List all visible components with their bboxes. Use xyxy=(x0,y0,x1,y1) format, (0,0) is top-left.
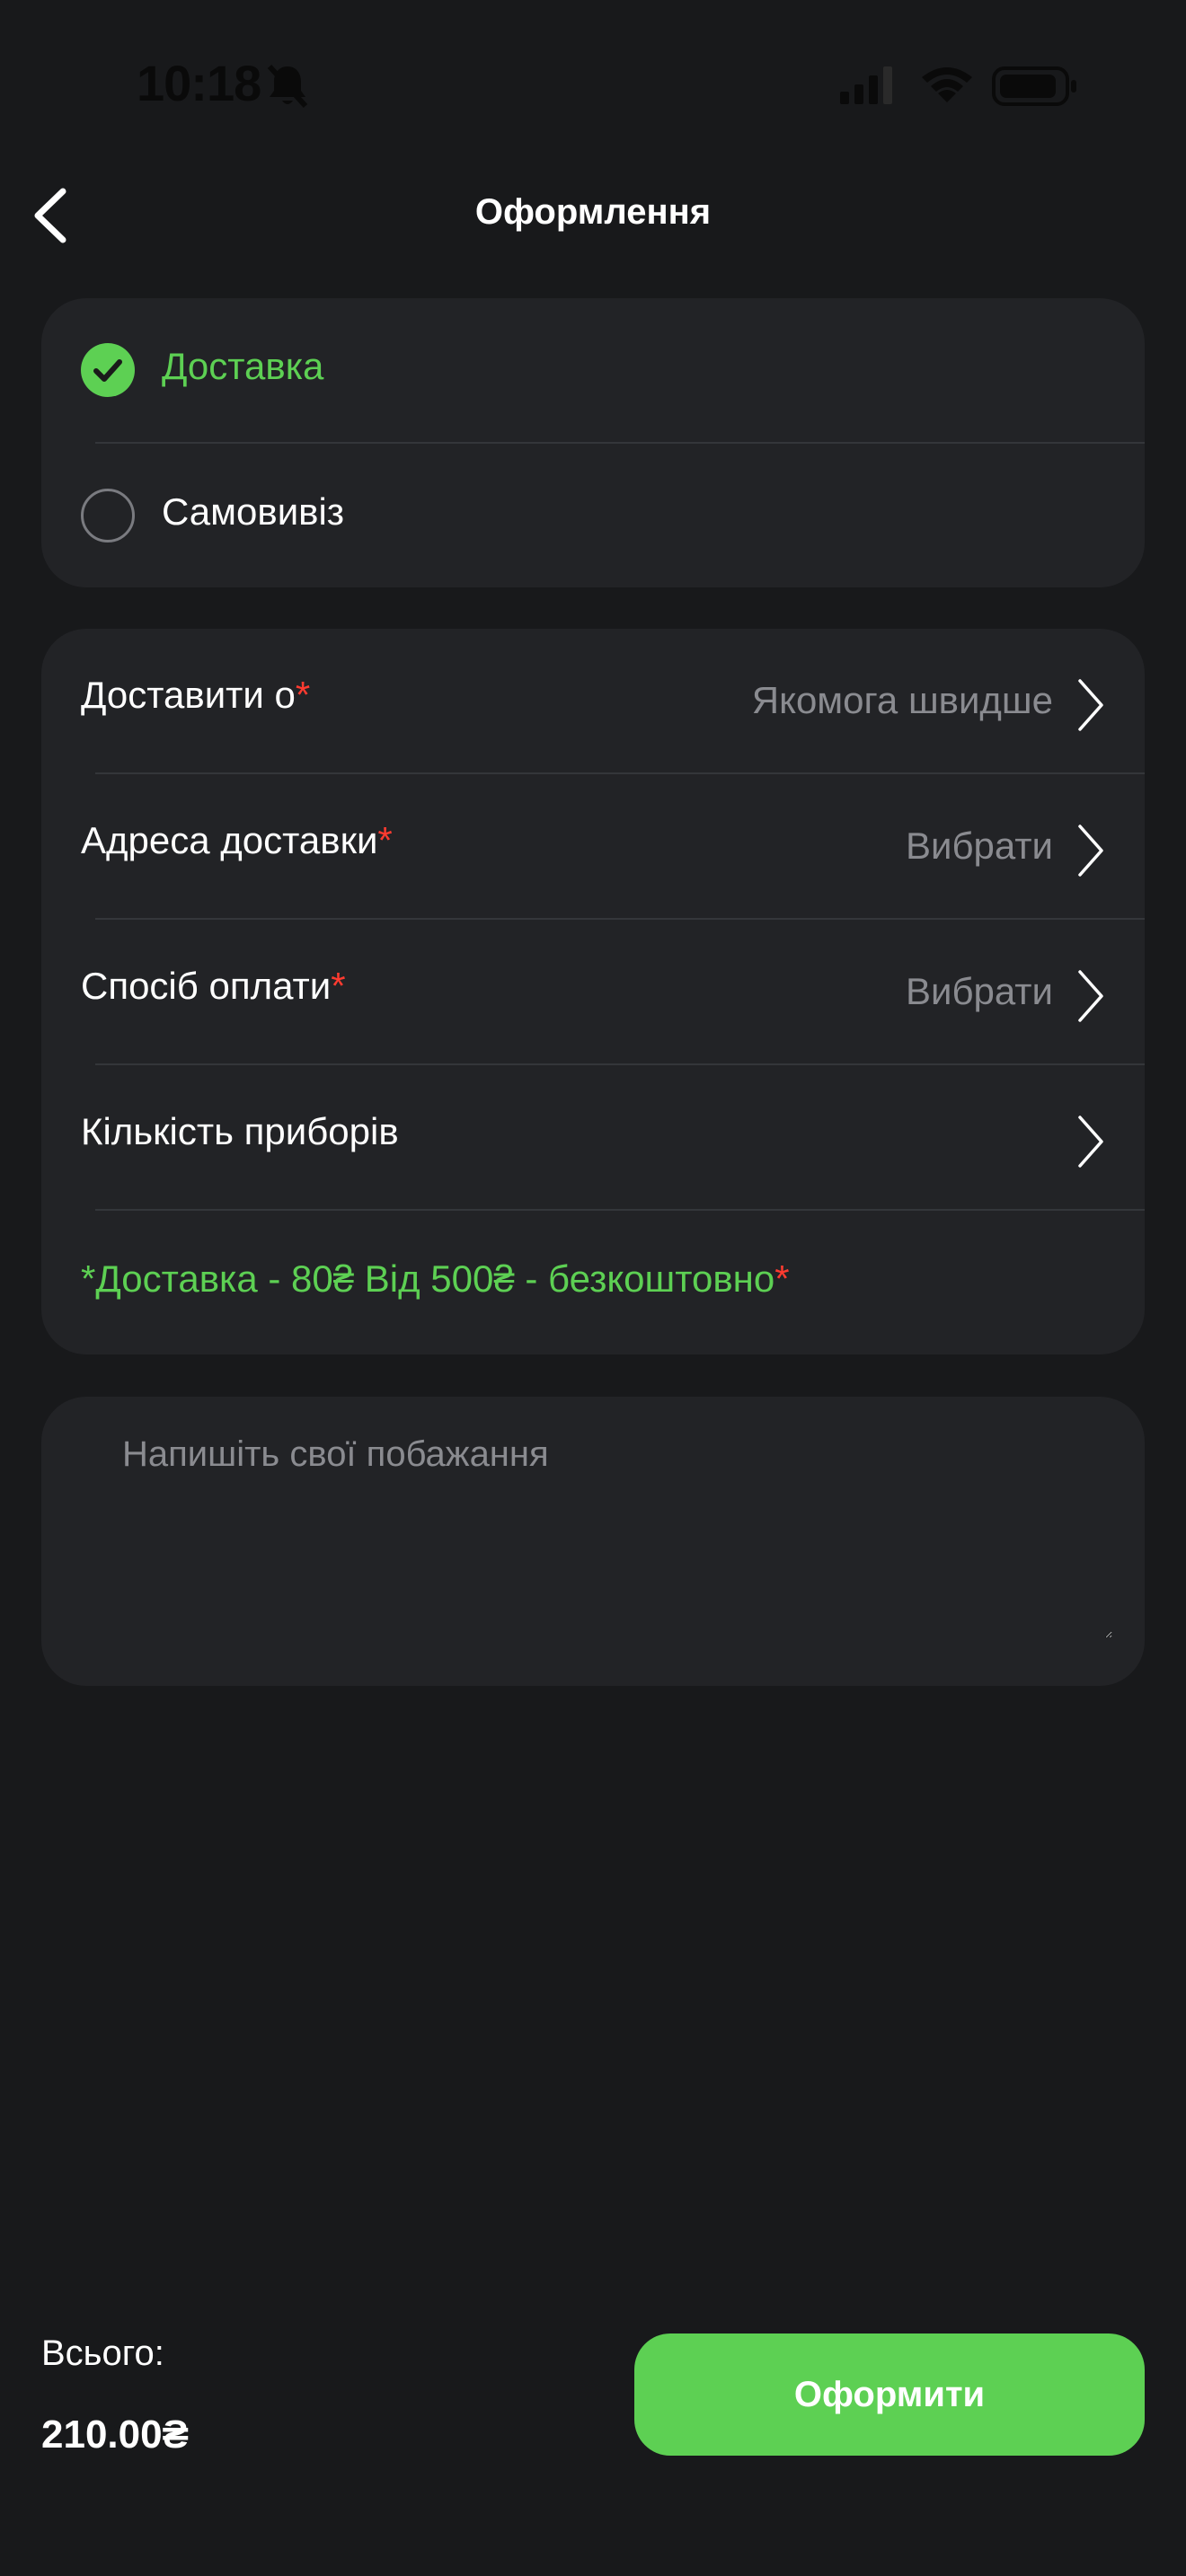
chevron-right-icon[interactable] xyxy=(1073,965,1109,1028)
option-delivery[interactable]: Доставка xyxy=(41,298,1145,444)
delivery-note-row: *Доставка - 80₴ Від 500₴ - безкоштовно* xyxy=(41,1211,1145,1354)
required-mark: * xyxy=(331,965,346,1007)
total-label: Всього: xyxy=(41,2333,164,2373)
option-pickup[interactable]: Самовивіз xyxy=(41,444,1145,587)
wifi-icon xyxy=(922,67,972,102)
field-payment-method[interactable]: Спосіб оплати* Вибрати xyxy=(41,920,1145,1065)
submit-order-button[interactable]: Оформити xyxy=(634,2333,1145,2456)
delivery-type-card: Доставка Самовивіз xyxy=(41,298,1145,587)
bell-muted-icon xyxy=(267,64,308,109)
option-pickup-label: Самовивіз xyxy=(162,490,345,533)
order-details-card: Доставити о* Якомога швидше Адреса доста… xyxy=(41,629,1145,1354)
required-mark: * xyxy=(377,819,393,861)
battery-icon xyxy=(992,66,1076,106)
wishes-card xyxy=(41,1397,1145,1686)
required-mark: * xyxy=(774,1257,790,1300)
chevron-right-icon[interactable] xyxy=(1073,1110,1109,1173)
payment-method-label: Спосіб оплати xyxy=(81,965,332,1007)
status-bar: 10:18 xyxy=(0,0,1186,171)
delivery-address-label: Адреса доставки xyxy=(81,819,378,861)
field-delivery-time[interactable]: Доставити о* Якомога швидше xyxy=(41,629,1145,774)
signal-icon xyxy=(840,66,892,104)
status-time: 10:18 xyxy=(137,55,261,111)
delivery-time-label: Доставити о xyxy=(81,674,296,716)
required-mark: * xyxy=(295,674,311,716)
field-delivery-address[interactable]: Адреса доставки* Вибрати xyxy=(41,774,1145,920)
chevron-right-icon[interactable] xyxy=(1073,674,1109,737)
delivery-note-text: *Доставка - 80₴ Від 500₴ - безкоштовно xyxy=(81,1257,775,1300)
total-value: 210.00₴ xyxy=(41,2413,189,2457)
delivery-address-value: Вибрати xyxy=(905,825,1053,867)
radio-checked-icon[interactable] xyxy=(81,343,135,397)
option-delivery-label: Доставка xyxy=(162,345,324,387)
radio-unchecked-icon[interactable] xyxy=(81,489,135,543)
chevron-right-icon[interactable] xyxy=(1073,819,1109,882)
payment-method-value: Вибрати xyxy=(905,970,1053,1012)
cutlery-count-label: Кількість приборів xyxy=(81,1110,399,1152)
page-title: Оформлення xyxy=(474,192,712,232)
field-cutlery-count[interactable]: Кількість приборів xyxy=(41,1065,1145,1211)
delivery-time-value: Якомога швидше xyxy=(751,679,1053,721)
wishes-input[interactable] xyxy=(120,1433,1112,1638)
nav-bar: Оформлення xyxy=(0,171,1186,260)
